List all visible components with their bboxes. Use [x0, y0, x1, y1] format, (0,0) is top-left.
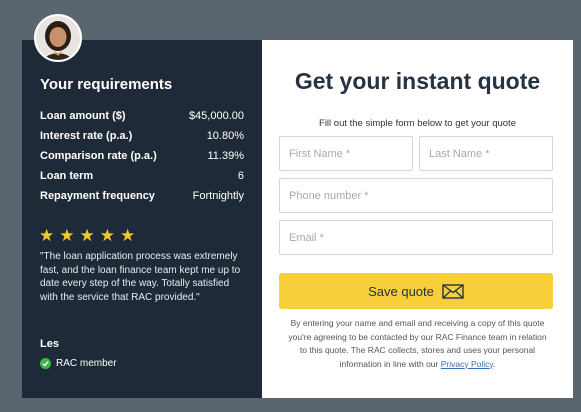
star-icon: ★: [99, 226, 115, 245]
avatar: [34, 14, 82, 62]
member-badge-label: RAC member: [56, 358, 117, 369]
star-icon: ★: [120, 226, 136, 245]
first-name-field[interactable]: [279, 136, 413, 171]
privacy-policy-link[interactable]: Privacy Policy: [441, 359, 493, 369]
star-icon: ★: [79, 226, 95, 245]
save-quote-button[interactable]: Save quote: [279, 273, 553, 309]
form-subtitle: Fill out the simple form below to get yo…: [319, 118, 516, 129]
disclaimer-body: By entering your name and email and rece…: [288, 318, 547, 369]
requirement-value: Fortnightly: [192, 190, 244, 202]
requirement-value: 11.39%: [207, 150, 245, 162]
testimonial-author: Les: [40, 338, 59, 350]
envelope-icon: [442, 283, 464, 299]
requirement-value: 10.80%: [206, 130, 244, 142]
quote-card: Your requirements Loan amount ($) $45,00…: [22, 14, 573, 398]
check-circle-icon: [40, 358, 51, 369]
requirement-row: Interest rate (p.a.) 10.80%: [40, 126, 244, 146]
requirement-label: Repayment frequency: [40, 190, 155, 202]
save-quote-label: Save quote: [368, 283, 434, 299]
requirements-title: Your requirements: [40, 76, 173, 93]
phone-field[interactable]: [279, 178, 553, 213]
form-title: Get your instant quote: [294, 68, 541, 94]
email-field[interactable]: [279, 220, 553, 255]
requirement-label: Loan amount ($): [40, 110, 126, 122]
requirement-value: 6: [237, 170, 244, 182]
testimonial-quote: "The loan application process was extrem…: [40, 251, 241, 303]
disclaimer-text: By entering your name and email and rece…: [284, 317, 551, 371]
person-avatar-icon: [36, 16, 80, 60]
disclaimer-end: .: [493, 358, 496, 369]
requirements-list: Loan amount ($) $45,000.00 Interest rate…: [40, 106, 244, 206]
last-name-field[interactable]: [419, 136, 553, 171]
star-icon: ★: [39, 226, 55, 245]
requirement-row: Loan term 6: [40, 166, 244, 186]
member-badge: RAC member: [40, 358, 117, 369]
requirement-value: $45,000.00: [188, 110, 244, 122]
requirement-label: Loan term: [40, 170, 94, 182]
requirement-row: Repayment frequency Fortnightly: [40, 186, 244, 206]
requirement-row: Loan amount ($) $45,000.00: [40, 106, 244, 126]
requirements-panel: Your requirements Loan amount ($) $45,00…: [22, 14, 272, 398]
requirement-label: Interest rate (p.a.): [40, 130, 133, 142]
requirement-label: Comparison rate (p.a.): [40, 150, 157, 162]
star-rating: ★ ★ ★ ★ ★: [39, 226, 135, 246]
star-icon: ★: [59, 226, 75, 245]
quote-form-panel: Get your instant quote Fill out the simp…: [262, 40, 573, 398]
requirement-row: Comparison rate (p.a.) 11.39%: [40, 146, 244, 166]
